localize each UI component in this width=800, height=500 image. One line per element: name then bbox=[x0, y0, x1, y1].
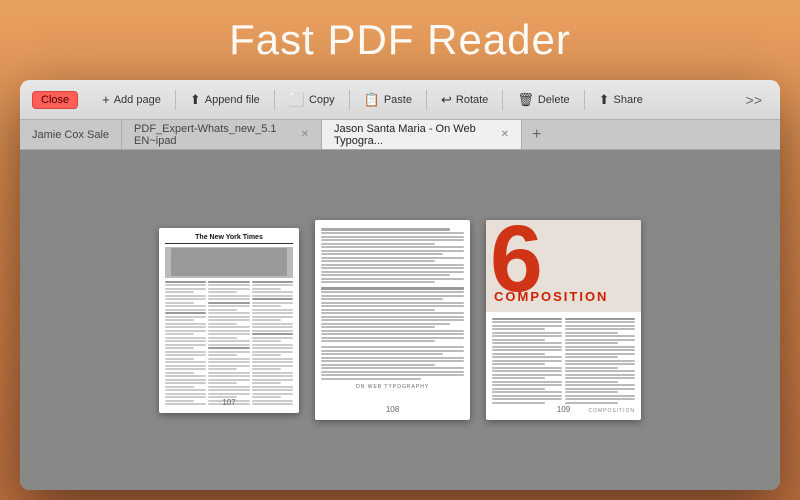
page-109[interactable]: 6 COMPOSITION bbox=[486, 220, 641, 420]
rotate-icon: ↩ bbox=[441, 92, 452, 108]
close-button[interactable]: Close bbox=[32, 91, 78, 109]
share-icon: ⬆ bbox=[599, 92, 610, 108]
tab-jason-santa-maria[interactable]: Jason Santa Maria - On Web Typogra... ✕ bbox=[322, 120, 522, 149]
page-109-number: 109 bbox=[486, 405, 641, 414]
page-107-number: 107 bbox=[159, 398, 299, 407]
app-title-area: Fast PDF Reader bbox=[0, 0, 800, 80]
toolbar-separator-5 bbox=[502, 90, 503, 110]
toolbar-separator-2 bbox=[274, 90, 275, 110]
toolbar: Close + Add page ⬆ Append file ⬜ Copy 📋 … bbox=[20, 80, 780, 120]
paste-button[interactable]: 📋 Paste bbox=[356, 89, 420, 111]
tab-bar: Jamie Cox Sale PDF_Expert-Whats_new_5.1 … bbox=[20, 120, 780, 150]
tab-label-3: Jason Santa Maria - On Web Typogra... bbox=[334, 123, 491, 147]
newspaper-columns bbox=[165, 281, 293, 407]
paste-label: Paste bbox=[384, 94, 412, 106]
copy-label: Copy bbox=[309, 94, 335, 106]
share-button[interactable]: ⬆ Share bbox=[591, 89, 651, 111]
rotate-label: Rotate bbox=[456, 94, 488, 106]
append-file-label: Append file bbox=[205, 94, 260, 106]
more-button[interactable]: >> bbox=[740, 90, 768, 110]
add-page-label: Add page bbox=[114, 94, 161, 106]
paste-icon: 📋 bbox=[364, 92, 380, 108]
page-108-number: 108 bbox=[315, 405, 470, 414]
newspaper-image bbox=[165, 247, 293, 278]
page108-content: on web typography bbox=[321, 228, 464, 391]
toolbar-separator-6 bbox=[584, 90, 585, 110]
tab-label-1: Jamie Cox Sale bbox=[32, 129, 109, 141]
append-file-icon: ⬆ bbox=[190, 92, 201, 108]
page108-section-label: on web typography bbox=[321, 384, 464, 391]
delete-button[interactable]: 🗑 Delete bbox=[509, 89, 577, 111]
append-file-button[interactable]: ⬆ Append file bbox=[182, 89, 268, 111]
toolbar-separator-3 bbox=[349, 90, 350, 110]
page-108[interactable]: on web typography 108 bbox=[315, 220, 470, 420]
add-page-icon: + bbox=[102, 92, 110, 107]
copy-button[interactable]: ⬜ Copy bbox=[281, 89, 343, 111]
tab-close-2[interactable]: ✕ bbox=[301, 129, 309, 140]
toolbar-separator-1 bbox=[175, 90, 176, 110]
tab-jamie-cox[interactable]: Jamie Cox Sale bbox=[20, 120, 122, 149]
newspaper-header: The New York Times bbox=[165, 234, 293, 244]
delete-icon: 🗑 bbox=[517, 92, 534, 108]
composition-header: 6 COMPOSITION bbox=[486, 220, 641, 312]
copy-icon: ⬜ bbox=[289, 92, 305, 108]
add-page-button[interactable]: + Add page bbox=[94, 89, 169, 110]
content-area: The New York Times bbox=[20, 150, 780, 490]
composition-body: COMPOSITION bbox=[486, 312, 641, 421]
rotate-button[interactable]: ↩ Rotate bbox=[433, 89, 496, 111]
tab-close-3[interactable]: ✕ bbox=[501, 129, 509, 140]
composition-title: COMPOSITION bbox=[494, 289, 633, 304]
tab-pdf-expert[interactable]: PDF_Expert-Whats_new_5.1 EN~ipad ✕ bbox=[122, 120, 322, 149]
page-107[interactable]: The New York Times bbox=[159, 228, 299, 413]
app-title: Fast PDF Reader bbox=[229, 16, 571, 64]
delete-label: Delete bbox=[538, 94, 570, 106]
tab-label-2: PDF_Expert-Whats_new_5.1 EN~ipad bbox=[134, 123, 291, 147]
main-window: Close + Add page ⬆ Append file ⬜ Copy 📋 … bbox=[20, 80, 780, 490]
tab-add-button[interactable]: + bbox=[522, 120, 551, 149]
toolbar-separator-4 bbox=[426, 90, 427, 110]
share-label: Share bbox=[614, 94, 643, 106]
